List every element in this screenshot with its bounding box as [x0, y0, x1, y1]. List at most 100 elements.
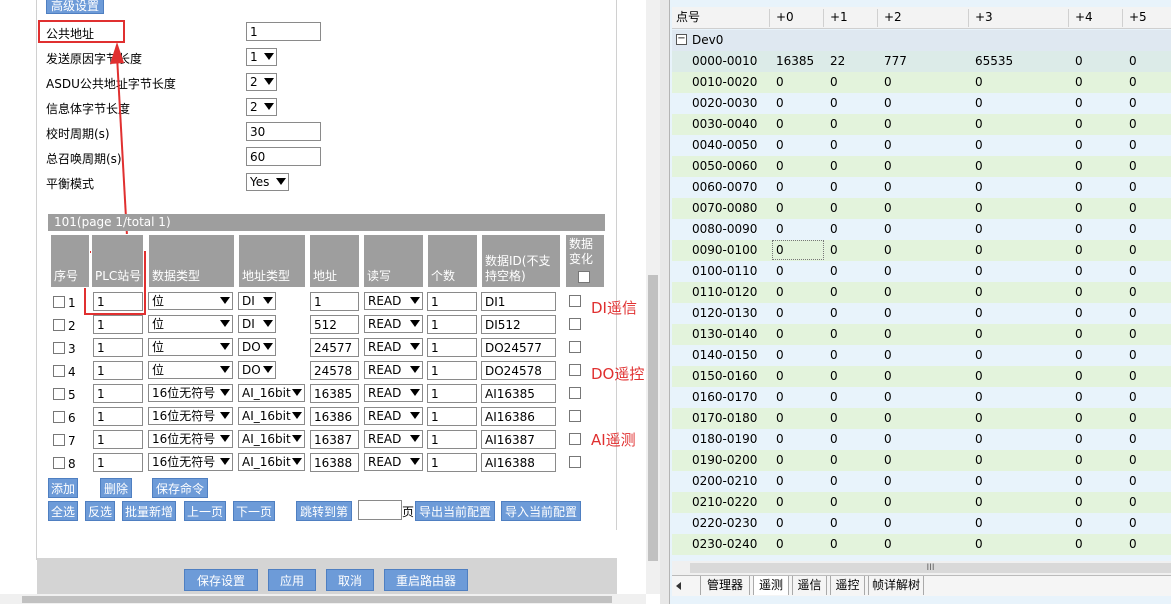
- row-checkbox[interactable]: [53, 411, 65, 423]
- address-input[interactable]: [310, 407, 359, 426]
- form-select[interactable]: 1: [246, 48, 277, 66]
- grid-value-cell[interactable]: 0: [830, 366, 838, 387]
- grid-value-cell[interactable]: 0: [884, 114, 892, 135]
- grid-value-cell[interactable]: 0: [975, 492, 983, 513]
- grid-value-cell[interactable]: 0: [830, 450, 838, 471]
- grid-value-cell[interactable]: 0: [776, 450, 784, 471]
- grid-value-cell[interactable]: 0: [1075, 114, 1083, 135]
- grid-value-cell[interactable]: 0: [776, 408, 784, 429]
- grid-value-cell[interactable]: 0: [884, 135, 892, 156]
- grid-value-cell[interactable]: 0: [975, 366, 983, 387]
- grid-column-header[interactable]: +0: [776, 7, 794, 28]
- grid-value-cell[interactable]: 0: [1075, 345, 1083, 366]
- grid-value-cell[interactable]: 0: [830, 219, 838, 240]
- grid-value-cell[interactable]: 0: [1075, 198, 1083, 219]
- address-type-select[interactable]: DO: [238, 338, 276, 356]
- grid-value-cell[interactable]: 0: [1075, 513, 1083, 534]
- grid-value-cell[interactable]: 0: [776, 492, 784, 513]
- grid-value-cell[interactable]: 0: [1075, 156, 1083, 177]
- grid-value-cell[interactable]: 0: [830, 240, 838, 261]
- grid-value-cell[interactable]: 0: [975, 450, 983, 471]
- grid-value-cell[interactable]: 0: [1075, 429, 1083, 450]
- column-divider[interactable]: [877, 9, 878, 27]
- grid-value-cell[interactable]: 0: [884, 156, 892, 177]
- grid-value-cell[interactable]: 0: [1075, 219, 1083, 240]
- next-page-button[interactable]: 下一页: [233, 501, 275, 521]
- grid-value-cell[interactable]: 0: [975, 429, 983, 450]
- grid-value-cell[interactable]: 0: [776, 513, 784, 534]
- tab-5[interactable]: 帧详解树: [868, 576, 924, 595]
- form-select[interactable]: Yes: [246, 173, 289, 191]
- grid-value-cell[interactable]: 0: [1129, 492, 1137, 513]
- row-checkbox[interactable]: [53, 457, 65, 469]
- reboot-router-button[interactable]: 重启路由器: [384, 569, 468, 591]
- grid-value-cell[interactable]: 0: [975, 240, 983, 261]
- grid-value-cell[interactable]: 0: [884, 345, 892, 366]
- grid-value-cell[interactable]: 0: [884, 219, 892, 240]
- column-divider[interactable]: [769, 9, 770, 27]
- row-checkbox[interactable]: [53, 388, 65, 400]
- data-id-input[interactable]: [481, 292, 556, 311]
- grid-value-cell[interactable]: 0: [884, 408, 892, 429]
- data-type-select[interactable]: 位: [148, 361, 233, 379]
- column-divider[interactable]: [823, 9, 824, 27]
- grid-value-cell[interactable]: 0: [975, 303, 983, 324]
- grid-column-header[interactable]: +4: [1075, 7, 1093, 28]
- read-write-select[interactable]: READ: [364, 430, 423, 448]
- row-checkbox[interactable]: [53, 296, 65, 308]
- grid-value-cell[interactable]: 0: [1129, 282, 1137, 303]
- count-input[interactable]: [427, 292, 477, 311]
- grid-value-cell[interactable]: 0: [884, 72, 892, 93]
- data-id-input[interactable]: [481, 338, 556, 357]
- grid-value-cell[interactable]: 0: [975, 345, 983, 366]
- data-type-select[interactable]: 16位无符号: [148, 407, 233, 425]
- grid-value-cell[interactable]: 0: [776, 177, 784, 198]
- grid-value-cell[interactable]: 0: [830, 429, 838, 450]
- save-command-button[interactable]: 保存命令: [152, 478, 208, 498]
- grid-value-cell[interactable]: 0: [975, 261, 983, 282]
- grid-value-cell[interactable]: 0: [975, 513, 983, 534]
- select-all-change-checkbox[interactable]: [578, 271, 590, 283]
- left-horizontal-scroll-thumb[interactable]: [22, 596, 612, 603]
- grid-value-cell[interactable]: 0: [884, 366, 892, 387]
- grid-value-cell[interactable]: 777: [884, 51, 907, 72]
- read-write-select[interactable]: READ: [364, 384, 423, 402]
- grid-value-cell[interactable]: 0: [776, 72, 784, 93]
- grid-value-cell[interactable]: 0: [1129, 345, 1137, 366]
- grid-value-cell[interactable]: 0: [776, 471, 784, 492]
- form-input[interactable]: [246, 22, 321, 41]
- grid-value-cell[interactable]: 0: [1129, 51, 1137, 72]
- form-input[interactable]: [246, 147, 321, 166]
- address-input[interactable]: [310, 384, 359, 403]
- grid-value-cell[interactable]: 0: [776, 534, 784, 555]
- grid-value-cell[interactable]: 0: [1129, 366, 1137, 387]
- count-input[interactable]: [427, 361, 477, 380]
- grid-value-cell[interactable]: 0: [975, 324, 983, 345]
- address-input[interactable]: [310, 315, 359, 334]
- grid-value-cell[interactable]: 0: [830, 198, 838, 219]
- grid-value-cell[interactable]: 0: [884, 198, 892, 219]
- grid-value-cell[interactable]: 0: [776, 156, 784, 177]
- grid-value-cell[interactable]: 0: [1129, 387, 1137, 408]
- import-config-button[interactable]: 导入当前配置: [501, 501, 581, 521]
- grid-value-cell[interactable]: 0: [884, 471, 892, 492]
- grid-value-cell[interactable]: 0: [884, 93, 892, 114]
- count-input[interactable]: [427, 384, 477, 403]
- grid-value-cell[interactable]: 0: [884, 177, 892, 198]
- read-write-select[interactable]: READ: [364, 338, 423, 356]
- tab-2[interactable]: 遥测: [753, 576, 789, 595]
- collapse-icon[interactable]: −: [676, 34, 687, 45]
- grid-value-cell[interactable]: 0: [1075, 492, 1083, 513]
- grid-value-cell[interactable]: 0: [1075, 51, 1083, 72]
- address-type-select[interactable]: DI: [238, 292, 276, 310]
- grid-value-cell[interactable]: 0: [1129, 72, 1137, 93]
- read-write-select[interactable]: READ: [364, 292, 423, 310]
- grid-value-cell[interactable]: 0: [830, 471, 838, 492]
- grid-value-cell[interactable]: 0: [830, 72, 838, 93]
- grid-value-cell[interactable]: 0: [830, 177, 838, 198]
- data-id-input[interactable]: [481, 453, 556, 472]
- grid-value-cell[interactable]: 0: [884, 513, 892, 534]
- grid-value-cell[interactable]: 0: [1129, 198, 1137, 219]
- grid-value-cell[interactable]: 0: [776, 219, 784, 240]
- data-type-select[interactable]: 位: [148, 315, 233, 333]
